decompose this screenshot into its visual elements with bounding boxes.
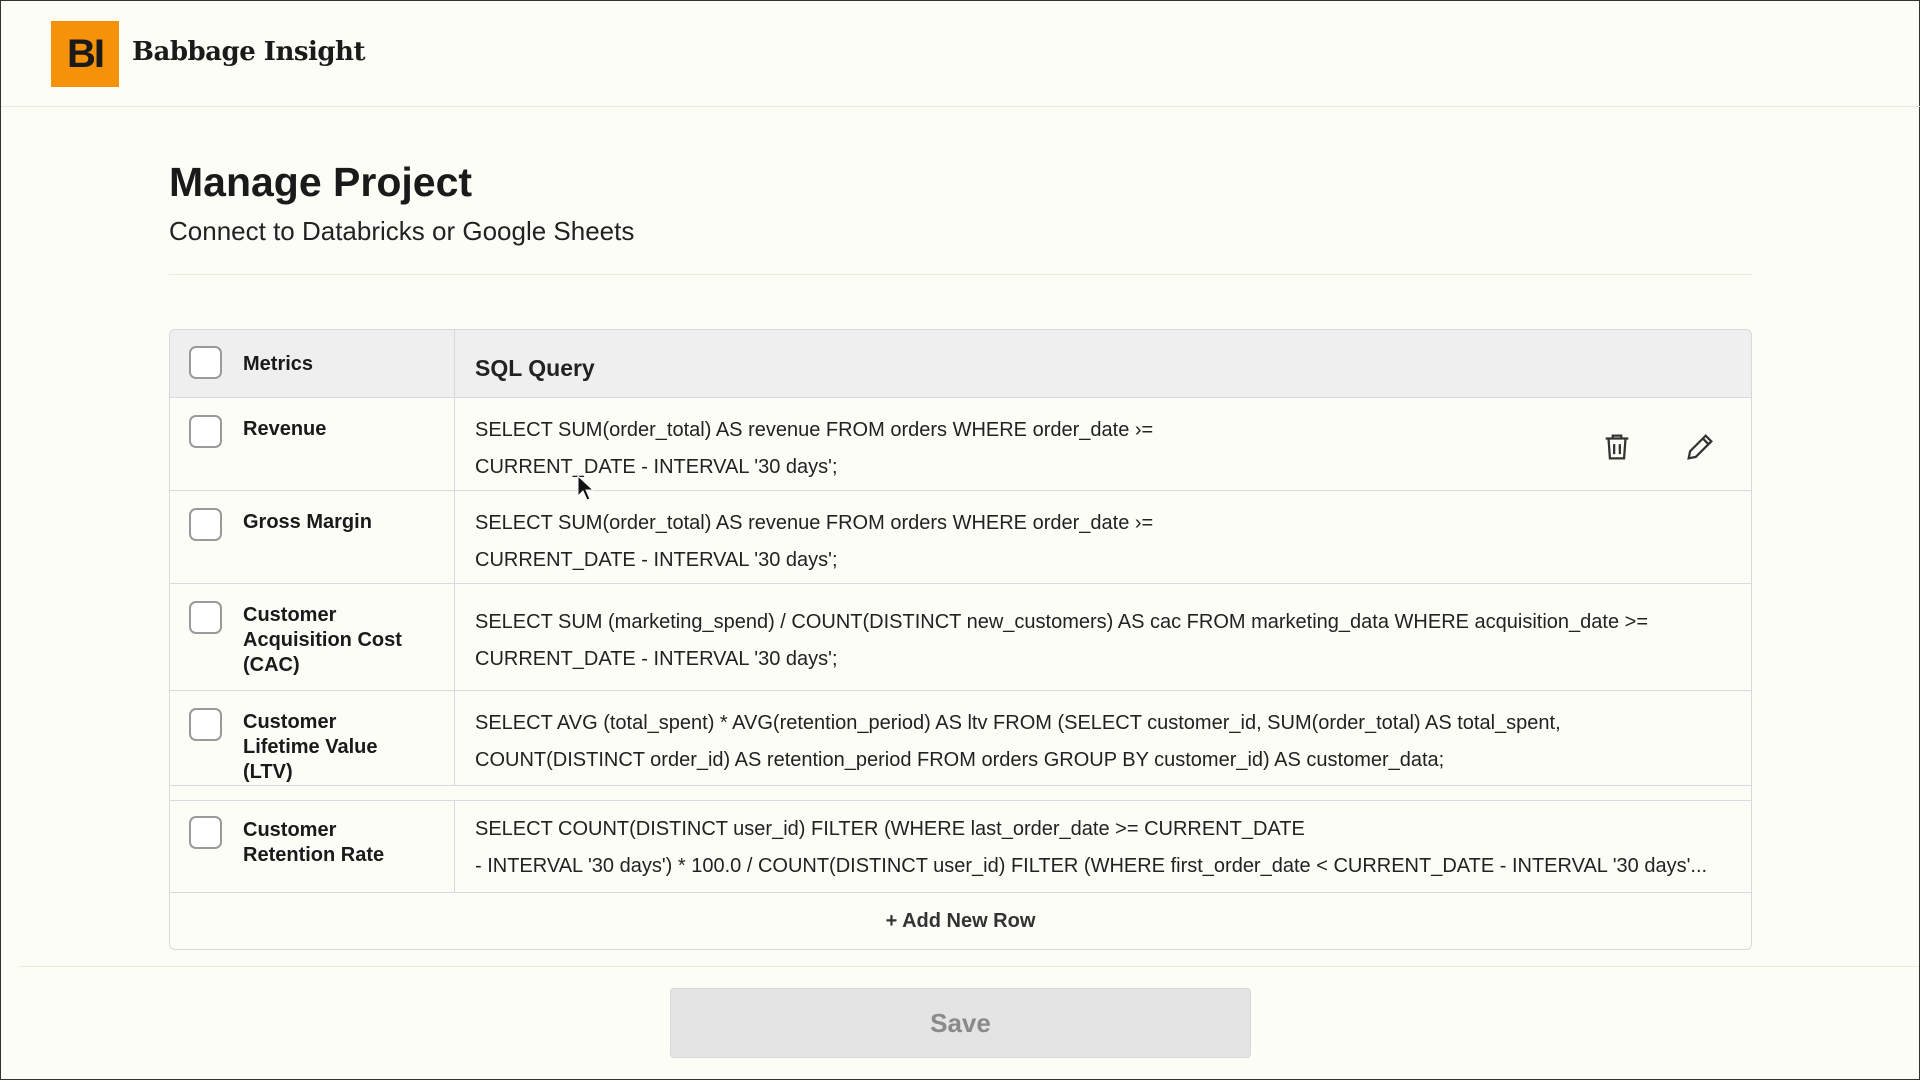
metrics-header: Metrics xyxy=(243,352,313,377)
save-button[interactable]: Save xyxy=(670,988,1251,1058)
sql-query[interactable]: SELECT SUM(order_total) AS revenue FROM … xyxy=(455,491,1751,583)
row-checkbox[interactable] xyxy=(189,601,222,634)
sql-query[interactable]: SELECT SUM(order_total) AS revenue FROM … xyxy=(455,398,1751,490)
sql-query[interactable]: SELECT AVG (total_spent) * AVG(retention… xyxy=(455,691,1751,785)
table-row[interactable]: Gross Margin SELECT SUM(order_total) AS … xyxy=(170,491,1751,584)
sql-query[interactable]: SELECT SUM (marketing_spend) / COUNT(DIS… xyxy=(455,584,1751,690)
metric-name: Customer Acquisition Cost (CAC) xyxy=(243,603,433,678)
table-row[interactable]: Revenue SELECT SUM(order_total) AS reven… xyxy=(170,398,1751,491)
sql-query[interactable]: SELECT COUNT(DISTINCT user_id) FILTER (W… xyxy=(455,801,1751,892)
row-checkbox[interactable] xyxy=(189,816,222,849)
trash-icon[interactable] xyxy=(1600,430,1634,464)
metric-name: Revenue xyxy=(243,417,326,442)
page-title: Manage Project xyxy=(169,159,472,206)
logo: BI xyxy=(51,21,119,87)
row-checkbox[interactable] xyxy=(189,415,222,448)
row-checkbox[interactable] xyxy=(189,508,222,541)
table-row[interactable]: Customer Retention Rate SELECT COUNT(DIS… xyxy=(170,800,1751,893)
table-row[interactable]: Customer Acquisition Cost (CAC) SELECT S… xyxy=(170,584,1751,691)
add-new-row-button[interactable]: + Add New Row xyxy=(170,893,1751,950)
metrics-table: Metrics SQL Query Revenue SELECT SUM(ord… xyxy=(169,329,1752,950)
select-all-checkbox[interactable] xyxy=(189,346,222,379)
table-header: Metrics SQL Query xyxy=(170,330,1751,398)
row-checkbox[interactable] xyxy=(189,708,222,741)
metric-name: Customer Retention Rate xyxy=(243,818,403,868)
mouse-cursor-icon xyxy=(577,475,595,501)
metric-name: Customer Lifetime Value (LTV) xyxy=(243,710,403,785)
divider xyxy=(19,966,1919,967)
top-bar: BI Babbage Insight xyxy=(1,1,1920,107)
metric-name: Gross Margin xyxy=(243,510,372,535)
pencil-icon[interactable] xyxy=(1683,430,1717,464)
page-subtitle: Connect to Databricks or Google Sheets xyxy=(169,216,634,247)
app-name: Babbage Insight xyxy=(132,37,365,67)
divider xyxy=(169,274,1752,275)
table-row[interactable]: Customer Lifetime Value (LTV) SELECT AVG… xyxy=(170,691,1751,786)
sql-header: SQL Query xyxy=(455,330,1751,397)
